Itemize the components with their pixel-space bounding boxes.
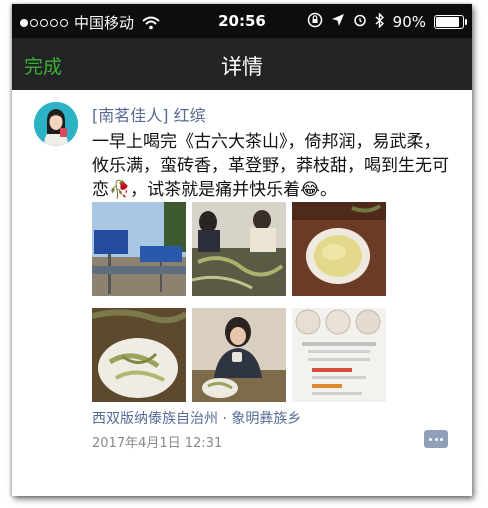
comment-button[interactable] — [424, 430, 448, 448]
woman-tea-tasting-photo[interactable] — [192, 202, 286, 296]
status-right: 90% — [307, 11, 467, 32]
page-title: 详情 — [221, 55, 263, 79]
battery-fill — [436, 17, 460, 27]
rotation-lock-icon — [307, 12, 323, 32]
tea-leaves-bowl-photo[interactable] — [92, 308, 186, 402]
post-detail: [南茗佳人] 红缤 一早上喝完《古六大茶山》，倚邦润，易武柔，攸乐满，蛮砖香，革… — [12, 90, 472, 496]
woman-drinking-tea-photo[interactable] — [192, 308, 286, 402]
avatar[interactable] — [34, 102, 78, 146]
location-arrow-icon — [331, 13, 345, 31]
battery-percent: 90% — [392, 13, 426, 31]
image-grid — [92, 202, 392, 404]
post-location[interactable]: 西双版纳傣族自治州 · 象明彝族乡 — [92, 408, 301, 428]
screenshot-frame: 中国移动 20:56 90% 完成 详情 [南茗佳人] 红缤 一早上喝完《古六大… — [12, 4, 472, 496]
post-timestamp: 2017年4月1日 12:31 — [92, 436, 223, 451]
navigation-bar: 完成 详情 — [12, 38, 472, 90]
comment-dot-icon — [429, 438, 432, 441]
road-sign-photo[interactable] — [92, 202, 186, 296]
post-text: 一早上喝完《古六大茶山》，倚邦润，易武柔，攸乐满，蛮砖香，革登野，莽枝甜，喝到生… — [92, 132, 449, 200]
status-bar: 中国移动 20:56 90% — [12, 4, 472, 38]
author-name[interactable]: [南茗佳人] 红缤 — [92, 102, 206, 126]
battery-icon — [434, 15, 467, 29]
tea-cakes-product-photo[interactable] — [292, 308, 386, 402]
comment-dot-icon — [434, 438, 438, 441]
alarm-icon — [353, 13, 367, 31]
comment-dot-icon — [440, 438, 443, 441]
bluetooth-icon — [375, 11, 385, 32]
tea-cup-photo[interactable] — [292, 202, 386, 296]
